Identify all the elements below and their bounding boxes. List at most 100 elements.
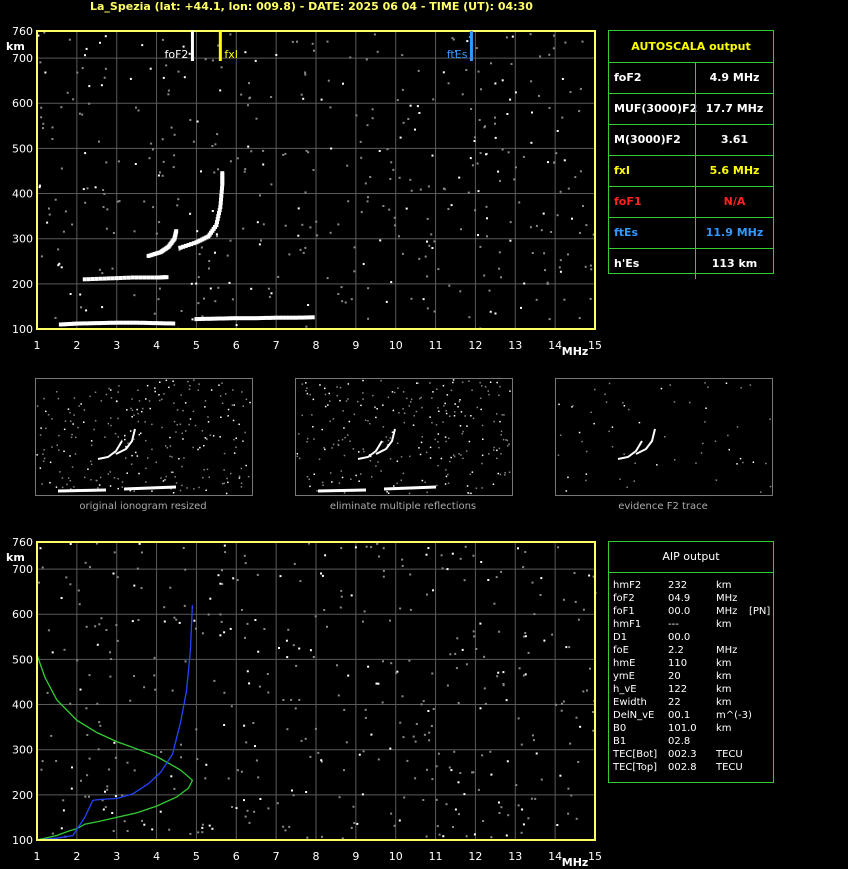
aip-key: foE xyxy=(613,645,629,656)
thumb-noise xyxy=(339,386,342,389)
noise-dot xyxy=(466,40,469,43)
thumb-noise xyxy=(66,483,68,486)
autoscala-key: MUF(3000)F2 xyxy=(614,102,698,115)
thumb-noise xyxy=(324,405,327,408)
thumb-noise xyxy=(372,394,374,397)
noise-dot xyxy=(530,797,533,800)
noise-dot xyxy=(300,739,303,742)
noise-dot xyxy=(340,589,343,592)
noise-dot xyxy=(211,59,214,62)
noise-dot xyxy=(346,164,349,167)
thumb-noise xyxy=(84,476,86,479)
thumb-noise xyxy=(429,416,431,418)
autoscala-key: foF2 xyxy=(614,71,642,84)
thumb-noise xyxy=(454,403,456,405)
noise-dot xyxy=(170,775,173,778)
noise-dot xyxy=(116,576,119,579)
thumb-noise xyxy=(176,424,178,426)
thumb-noise xyxy=(355,474,357,477)
thumb-noise xyxy=(247,475,250,478)
thumb-noise xyxy=(460,411,463,413)
thumb-noise xyxy=(110,424,112,427)
thumb-noise xyxy=(619,478,621,480)
thumb-noise xyxy=(140,432,142,434)
thumb-noise xyxy=(481,487,483,489)
thumb-noise xyxy=(396,482,398,484)
noise-dot xyxy=(304,73,307,76)
noise-dot xyxy=(494,136,497,139)
noise-dot xyxy=(585,224,588,227)
noise-dot xyxy=(167,93,170,96)
noise-dot xyxy=(94,186,97,189)
x-tick-label: 7 xyxy=(273,339,280,352)
noise-dot xyxy=(423,733,426,736)
thumb-noise xyxy=(312,398,315,401)
noise-dot xyxy=(459,772,462,774)
thumbnail-caption: original ionogram resized xyxy=(79,501,207,512)
aip-unit: TECU xyxy=(716,749,743,760)
thumb-noise xyxy=(159,399,161,402)
noise-dot xyxy=(217,574,220,577)
noise-dot xyxy=(252,722,255,724)
noise-dot xyxy=(465,663,468,666)
noise-dot xyxy=(70,787,73,790)
x-tick-label: 8 xyxy=(313,339,320,352)
thumb-noise xyxy=(130,463,133,465)
thumb-noise xyxy=(90,463,93,466)
noise-dot xyxy=(219,89,222,92)
thumb-noise xyxy=(626,486,628,488)
noise-dot xyxy=(365,58,368,61)
ionogram-top: foF2 fxI ftEs100200300400500600700760km1 2 3… xyxy=(6,25,602,358)
noise-dot xyxy=(314,727,317,730)
aip-row: hmF1 --- km xyxy=(613,619,773,632)
thumb-noise xyxy=(318,458,321,460)
noise-dot xyxy=(204,777,207,780)
thumb-noise xyxy=(193,379,195,381)
noise-dot xyxy=(419,188,422,191)
thumb-noise xyxy=(362,448,364,450)
thumb-noise xyxy=(760,491,762,493)
noise-dot xyxy=(123,820,126,823)
noise-dot xyxy=(180,756,182,759)
thumb-noise xyxy=(402,408,404,410)
thumb-noise xyxy=(431,397,433,399)
thumb-noise xyxy=(238,475,241,478)
noise-dot xyxy=(373,33,376,36)
thumb-noise xyxy=(429,446,432,449)
noise-dot xyxy=(578,110,581,113)
echo-mark xyxy=(94,276,99,281)
echo-mark xyxy=(147,321,152,325)
thumb-noise xyxy=(341,476,344,479)
thumb-noise xyxy=(161,426,163,429)
noise-dot xyxy=(495,576,498,579)
echo-mark xyxy=(122,275,127,280)
thumb-noise xyxy=(71,466,74,468)
thumb-noise xyxy=(324,448,326,451)
noise-dot xyxy=(39,547,42,550)
thumb-noise xyxy=(402,391,405,393)
noise-dot xyxy=(250,287,253,290)
noise-dot xyxy=(461,93,464,96)
noise-dot xyxy=(197,831,200,834)
noise-dot xyxy=(513,178,516,181)
thumb-noise xyxy=(329,400,331,402)
thumb-noise xyxy=(498,447,501,450)
thumb-noise xyxy=(386,491,388,493)
noise-dot xyxy=(104,806,107,809)
noise-dot xyxy=(213,679,216,682)
noise-dot xyxy=(217,168,219,171)
aip-unit: km xyxy=(716,723,732,734)
noise-dot xyxy=(173,787,176,790)
thumb-noise xyxy=(36,454,38,456)
thumb-noise xyxy=(331,447,333,449)
noise-dot xyxy=(284,224,287,227)
thumb-noise xyxy=(223,469,225,471)
noise-dot xyxy=(489,310,492,313)
noise-dot xyxy=(450,204,453,207)
noise-dot xyxy=(113,741,116,744)
marker-label: fxI xyxy=(224,48,238,61)
thumb-noise xyxy=(634,462,636,464)
noise-dot xyxy=(114,756,117,759)
noise-dot xyxy=(454,808,457,811)
thumb-noise xyxy=(382,426,385,428)
